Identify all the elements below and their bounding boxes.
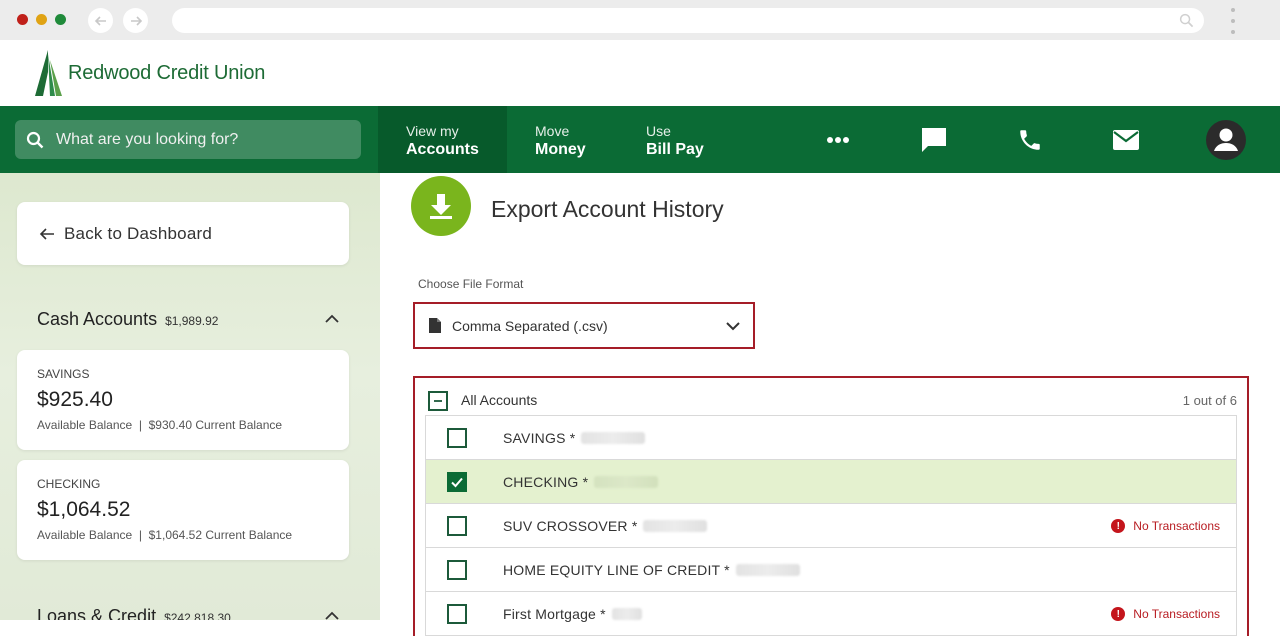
tab-small-label: Use bbox=[646, 123, 671, 139]
search-icon bbox=[26, 131, 44, 148]
account-name: SAVINGS * bbox=[503, 430, 576, 446]
file-format-select[interactable]: Comma Separated (.csv) bbox=[413, 302, 755, 349]
account-row-checking[interactable]: CHECKING * bbox=[426, 460, 1236, 504]
masked-account-number bbox=[594, 476, 659, 488]
no-transactions-notice: ! No Transactions bbox=[1111, 519, 1220, 533]
mail-button[interactable] bbox=[1096, 106, 1156, 173]
arrow-left-icon bbox=[94, 15, 106, 26]
download-icon bbox=[430, 194, 452, 219]
window-minimize-dot[interactable] bbox=[36, 14, 47, 25]
tab-view-my-accounts[interactable]: View my Accounts bbox=[378, 106, 507, 173]
section-title: Loans & Credit bbox=[37, 606, 157, 620]
more-icon bbox=[827, 136, 849, 143]
tab-small-label: View my bbox=[406, 123, 459, 139]
account-card-checking[interactable]: CHECKING $1,064.52 Available Balance | $… bbox=[17, 460, 349, 560]
selected-count: 1 out of 6 bbox=[1182, 393, 1237, 408]
account-name: HOME EQUITY LINE OF CREDIT * bbox=[503, 562, 730, 578]
masked-account-number bbox=[643, 520, 708, 532]
window-close-dot[interactable] bbox=[17, 14, 28, 25]
account-balance-details: Available Balance | $930.40 Current Bala… bbox=[37, 418, 283, 432]
back-label: Back to Dashboard bbox=[64, 223, 212, 243]
search-box[interactable] bbox=[15, 120, 361, 159]
no-transactions-label: No Transactions bbox=[1133, 519, 1220, 533]
arrow-right-icon bbox=[130, 15, 142, 26]
sidebar: Back to Dashboard Cash Accounts $1,989.9… bbox=[0, 173, 380, 620]
phone-icon bbox=[1020, 129, 1040, 150]
account-row-suv-crossover[interactable]: SUV CROSSOVER * ! No Transactions bbox=[426, 504, 1236, 548]
redwood-tree-logo-icon[interactable] bbox=[34, 50, 64, 96]
chat-button[interactable] bbox=[904, 106, 964, 173]
section-title: Cash Accounts bbox=[37, 309, 158, 329]
export-badge bbox=[411, 176, 471, 236]
no-transactions-label: No Transactions bbox=[1133, 607, 1220, 621]
browser-chrome bbox=[0, 0, 1280, 40]
browser-back-button[interactable] bbox=[88, 8, 113, 33]
tab-big-label: Bill Pay bbox=[646, 141, 704, 158]
account-selection-box: All Accounts 1 out of 6 SAVINGS * CHECKI… bbox=[413, 376, 1249, 636]
account-checkbox[interactable] bbox=[447, 516, 467, 536]
chat-icon bbox=[922, 127, 946, 152]
all-accounts-checkbox[interactable] bbox=[428, 391, 448, 411]
profile-button[interactable] bbox=[1196, 106, 1256, 173]
site-header: Redwood Credit Union bbox=[0, 40, 1280, 106]
masked-account-number bbox=[581, 432, 646, 444]
section-amount: $242,818.30 bbox=[164, 611, 231, 620]
account-row-first-mortgage[interactable]: First Mortgage * ! No Transactions bbox=[426, 592, 1236, 636]
tab-move-money[interactable]: Move Money bbox=[507, 106, 617, 173]
phone-button[interactable] bbox=[1000, 106, 1060, 173]
search-icon bbox=[1179, 13, 1194, 28]
account-checkbox[interactable] bbox=[447, 604, 467, 624]
search-input[interactable] bbox=[56, 130, 336, 149]
account-checkbox[interactable] bbox=[447, 472, 467, 492]
tab-big-label: Money bbox=[535, 141, 586, 158]
account-name: SUV CROSSOVER * bbox=[503, 518, 638, 534]
account-row-home-equity[interactable]: HOME EQUITY LINE OF CREDIT * bbox=[426, 548, 1236, 592]
all-accounts-label: All Accounts bbox=[461, 392, 538, 408]
section-loans-credit[interactable]: Loans & Credit $242,818.30 bbox=[37, 606, 231, 620]
profile-icon bbox=[1206, 119, 1246, 160]
alert-icon: ! bbox=[1111, 607, 1126, 621]
back-to-dashboard-button[interactable]: Back to Dashboard bbox=[17, 202, 349, 265]
mail-icon bbox=[1113, 129, 1139, 150]
account-balance-details: Available Balance | $1,064.52 Current Ba… bbox=[37, 528, 293, 542]
masked-account-number bbox=[735, 564, 800, 576]
browser-menu-icon[interactable] bbox=[1229, 8, 1237, 34]
all-accounts-row: All Accounts 1 out of 6 bbox=[415, 378, 1247, 420]
checkmark-icon bbox=[451, 477, 463, 488]
main-content: Export Account History Choose File Forma… bbox=[380, 173, 1280, 636]
account-balance: $925.40 bbox=[37, 388, 113, 411]
account-list: SAVINGS * CHECKING * SUV CROSSOVER * ! N… bbox=[425, 415, 1237, 636]
file-format-label: Choose File Format bbox=[418, 277, 524, 291]
browser-forward-button[interactable] bbox=[123, 8, 148, 33]
no-transactions-notice: ! No Transactions bbox=[1111, 607, 1220, 621]
masked-account-number bbox=[611, 608, 642, 620]
tab-small-label: Move bbox=[535, 123, 570, 139]
tab-use-bill-pay[interactable]: Use Bill Pay bbox=[617, 106, 727, 173]
tab-big-label: Accounts bbox=[406, 141, 479, 158]
page-title: Export Account History bbox=[491, 196, 724, 222]
section-amount: $1,989.92 bbox=[165, 314, 219, 328]
window-maximize-dot[interactable] bbox=[55, 14, 66, 25]
main-navigation: View my Accounts Move Money Use Bill Pay bbox=[0, 106, 1280, 173]
alert-icon: ! bbox=[1111, 519, 1126, 533]
arrow-left-icon bbox=[39, 227, 54, 240]
brand-name[interactable]: Redwood Credit Union bbox=[68, 62, 265, 85]
chevron-up-icon[interactable] bbox=[324, 311, 340, 327]
account-checkbox[interactable] bbox=[447, 428, 467, 448]
chevron-up-icon[interactable] bbox=[324, 608, 340, 620]
account-label: SAVINGS bbox=[37, 367, 90, 381]
account-card-savings[interactable]: SAVINGS $925.40 Available Balance | $930… bbox=[17, 350, 349, 450]
file-format-value: Comma Separated (.csv) bbox=[452, 317, 608, 334]
account-label: CHECKING bbox=[37, 477, 101, 491]
minus-icon bbox=[434, 400, 442, 402]
section-cash-accounts[interactable]: Cash Accounts $1,989.92 bbox=[37, 309, 218, 330]
document-icon bbox=[429, 318, 441, 333]
account-checkbox[interactable] bbox=[447, 560, 467, 580]
account-balance: $1,064.52 bbox=[37, 498, 131, 521]
account-name: CHECKING * bbox=[503, 474, 589, 490]
account-row-savings[interactable]: SAVINGS * bbox=[426, 416, 1236, 460]
more-button[interactable] bbox=[808, 106, 868, 173]
address-bar[interactable] bbox=[172, 8, 1204, 33]
chevron-down-icon bbox=[726, 322, 740, 331]
